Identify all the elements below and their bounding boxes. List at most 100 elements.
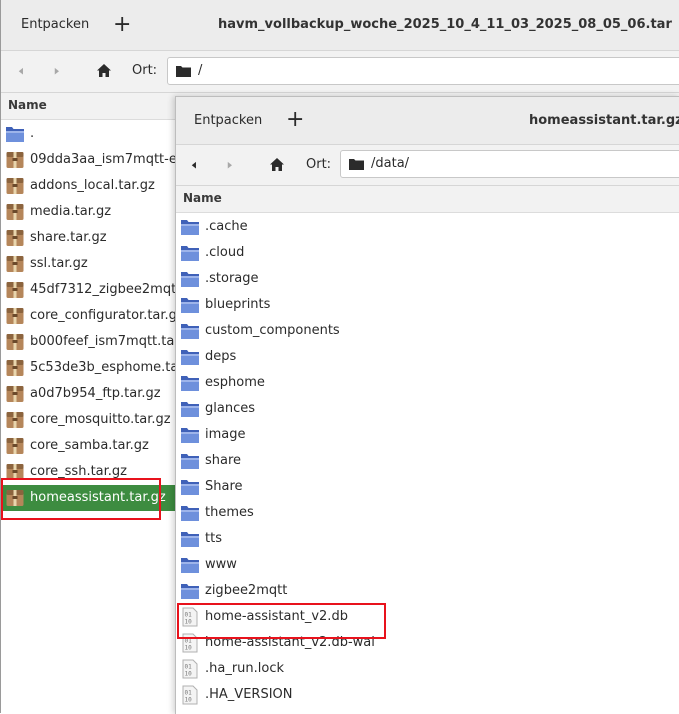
- file-row[interactable]: 01 10 home-assistant_v2.db-wal: [176, 630, 679, 656]
- folder-icon: [181, 246, 199, 261]
- file-name: homeassistant.tar.gz: [30, 490, 166, 505]
- folder-row[interactable]: .cache: [176, 214, 679, 240]
- archive-icon: [6, 360, 24, 376]
- folder-icon: [6, 127, 24, 142]
- folder-row[interactable]: esphome: [176, 370, 679, 396]
- file-name: ssl.tar.gz: [30, 256, 88, 271]
- file-name: 45df7312_zigbee2mqtt: [30, 282, 182, 297]
- location-field[interactable]: /data/: [340, 150, 679, 178]
- folder-row[interactable]: zigbee2mqtt: [176, 578, 679, 604]
- file-name: b000feef_ism7mqtt.tar.: [30, 334, 183, 349]
- folder-icon: [181, 350, 199, 365]
- folder-row[interactable]: share: [176, 448, 679, 474]
- svg-text:10: 10: [185, 645, 193, 652]
- archive-icon: [6, 490, 24, 506]
- svg-text:01: 01: [185, 612, 193, 619]
- add-button[interactable]: +: [113, 14, 131, 36]
- file-row[interactable]: 01 10 .ha_run.lock: [176, 656, 679, 682]
- toolbar: 🢐 🢒 Ort: /: [1, 51, 679, 93]
- archive-icon: [6, 386, 24, 402]
- folder-row[interactable]: glances: [176, 396, 679, 422]
- file-name: .cloud: [205, 245, 245, 260]
- file-name: .: [30, 126, 35, 141]
- file-name: addons_local.tar.gz: [30, 178, 155, 193]
- binary-file-icon: 0110: [182, 685, 198, 705]
- titlebar: Entpacken + havm_vollbackup_woche_2025_1…: [1, 0, 679, 51]
- archive-icon: [6, 412, 24, 428]
- folder-icon: [181, 584, 199, 599]
- archive-icon: [6, 152, 24, 168]
- file-row[interactable]: 01 10 .HA_VERSION: [176, 682, 679, 708]
- add-button[interactable]: +: [286, 109, 304, 131]
- forward-arrow-icon[interactable]: 🢒: [54, 63, 60, 79]
- column-header-name[interactable]: Name: [176, 186, 679, 213]
- folder-row[interactable]: .storage: [176, 266, 679, 292]
- file-name: glances: [205, 401, 255, 416]
- file-name: core_configurator.tar.gz: [30, 308, 184, 323]
- folder-icon: [181, 324, 199, 339]
- folder-icon: [181, 220, 199, 235]
- folder-icon: [181, 454, 199, 469]
- file-name: media.tar.gz: [30, 204, 112, 219]
- file-name: .cache: [205, 219, 248, 234]
- location-label: Ort:: [132, 63, 158, 78]
- folder-icon: [181, 558, 199, 573]
- file-name: deps: [205, 349, 237, 364]
- file-name: share.tar.gz: [30, 230, 107, 245]
- folder-row[interactable]: custom_components: [176, 318, 679, 344]
- archive-icon: [6, 230, 24, 246]
- forward-arrow-icon[interactable]: 🢒: [227, 157, 233, 173]
- folder-icon: [181, 272, 199, 287]
- folder-row[interactable]: www: [176, 552, 679, 578]
- home-icon[interactable]: [97, 64, 111, 77]
- folder-icon: [181, 402, 199, 417]
- archive-icon: [6, 204, 24, 220]
- archive-window-inner: Entpacken + homeassistant.tar.gz 🢐 🢒 Ort…: [175, 96, 679, 714]
- file-name: tts: [205, 531, 222, 546]
- folder-row[interactable]: image: [176, 422, 679, 448]
- back-arrow-icon[interactable]: 🢐: [18, 63, 24, 79]
- back-arrow-icon[interactable]: 🢐: [191, 157, 197, 173]
- svg-text:01: 01: [185, 664, 193, 671]
- folder-row[interactable]: Share: [176, 474, 679, 500]
- file-name: core_mosquitto.tar.gz: [30, 412, 171, 427]
- file-name: home-assistant_v2.db-wal: [205, 635, 375, 650]
- svg-text:10: 10: [185, 619, 193, 626]
- folder-row[interactable]: tts: [176, 526, 679, 552]
- window-title: havm_vollbackup_woche_2025_10_4_11_03_20…: [218, 17, 672, 32]
- file-name: .ha_run.lock: [205, 661, 285, 676]
- folder-icon: [181, 532, 199, 547]
- extract-button[interactable]: Entpacken: [194, 113, 262, 128]
- file-name: custom_components: [205, 323, 340, 338]
- svg-text:10: 10: [185, 671, 193, 678]
- file-row[interactable]: 01 10 home-assistant_v2.db: [176, 604, 679, 630]
- folder-icon: [181, 376, 199, 391]
- folder-icon: [181, 506, 199, 521]
- folder-row[interactable]: deps: [176, 344, 679, 370]
- file-name: a0d7b954_ftp.tar.gz: [30, 386, 161, 401]
- location-field[interactable]: /: [167, 57, 679, 85]
- file-name: www: [205, 557, 237, 572]
- file-name: core_samba.tar.gz: [30, 438, 149, 453]
- file-name: .HA_VERSION: [205, 687, 293, 702]
- window-title: homeassistant.tar.gz: [529, 113, 679, 128]
- file-name: zigbee2mqtt: [205, 583, 288, 598]
- file-name: core_ssh.tar.gz: [30, 464, 127, 479]
- binary-file-icon: 0110: [182, 607, 198, 627]
- binary-file-icon: 0110: [182, 659, 198, 679]
- file-name: share: [205, 453, 242, 468]
- file-name: 09dda3aa_ism7mqtt-ex: [30, 152, 185, 167]
- home-icon[interactable]: [270, 158, 284, 171]
- folder-row[interactable]: themes: [176, 500, 679, 526]
- svg-text:10: 10: [185, 697, 193, 704]
- folder-icon: [181, 428, 199, 443]
- folder-icon: [176, 66, 191, 77]
- folder-row[interactable]: .cloud: [176, 240, 679, 266]
- folder-row[interactable]: blueprints: [176, 292, 679, 318]
- folder-icon: [181, 298, 199, 313]
- extract-button[interactable]: Entpacken: [21, 17, 89, 32]
- archive-icon: [6, 308, 24, 324]
- location-label: Ort:: [306, 157, 332, 172]
- folder-icon: [349, 159, 364, 170]
- location-path: /: [198, 63, 203, 78]
